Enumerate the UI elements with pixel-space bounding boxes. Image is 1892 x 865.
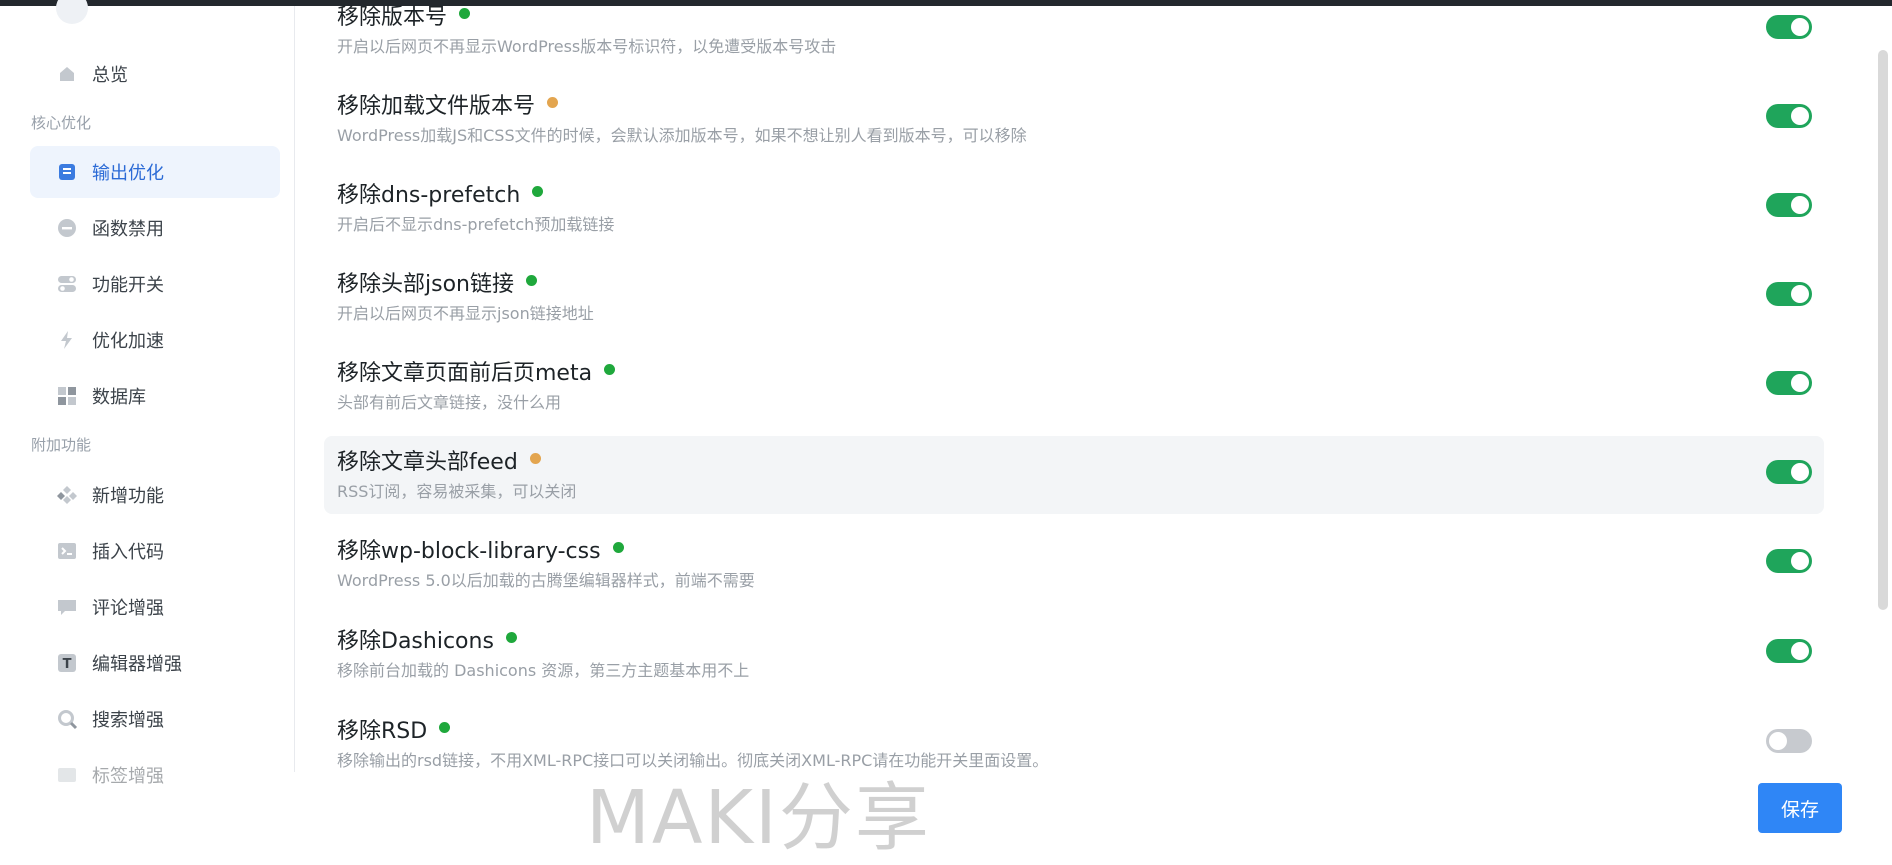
sidebar-item-label: 输出优化 <box>92 163 164 184</box>
sidebar-item-label: 函数禁用 <box>92 219 164 240</box>
sidebar-item-disable-functions[interactable]: 函数禁用 <box>30 202 280 254</box>
setting-toggle[interactable] <box>1766 460 1812 484</box>
document-list-icon <box>56 161 78 183</box>
avatar <box>56 0 88 24</box>
toggle-knob <box>1791 285 1809 303</box>
setting-description: 开启以后网页不再显示WordPress版本号标识符，以免遭受版本号攻击 <box>337 37 837 56</box>
setting-title: 移除加载文件版本号 <box>337 88 559 120</box>
setting-toggle[interactable] <box>1766 549 1812 573</box>
sidebar-item-comments[interactable]: 评论增强 <box>30 581 280 633</box>
setting-row: 移除版本号 开启以后网页不再显示WordPress版本号标识符，以免遭受版本号攻… <box>324 0 1824 69</box>
toggle-knob <box>1791 463 1809 481</box>
setting-toggle[interactable] <box>1766 729 1812 753</box>
toggle-knob <box>1791 196 1809 214</box>
toggle-knob <box>1791 642 1809 660</box>
status-dot-icon <box>459 8 471 19</box>
setting-toggle[interactable] <box>1766 104 1812 128</box>
sidebar: 总览 核心优化 输出优化 函数禁用 功能开关 优化加速 数据库 附加功能 新增功… <box>0 0 295 831</box>
sidebar-item-more[interactable]: 标签增强 <box>30 749 280 801</box>
svg-text:T: T <box>63 657 72 672</box>
setting-toggle[interactable] <box>1766 15 1812 39</box>
sidebar-item-output[interactable]: 输出优化 <box>30 146 280 198</box>
sidebar-item-label: 插入代码 <box>92 542 164 563</box>
status-dot-icon <box>529 453 541 464</box>
minus-circle-icon <box>56 217 78 239</box>
sidebar-item-new-features[interactable]: 新增功能 <box>30 469 280 521</box>
tag-icon <box>56 764 78 786</box>
setting-title: 移除RSD <box>337 713 451 745</box>
sidebar-item-label: 评论增强 <box>92 598 164 619</box>
status-dot-icon <box>439 722 451 733</box>
status-dot-icon <box>612 542 624 553</box>
setting-row: 移除dns-prefetch 开启后不显示dns-prefetch预加载链接 <box>324 169 1824 247</box>
scrollbar[interactable] <box>1878 50 1888 610</box>
setting-description: 开启后不显示dns-prefetch预加载链接 <box>337 215 615 234</box>
toggle-icon <box>56 273 78 295</box>
diamond-cluster-icon <box>56 484 78 506</box>
setting-row: 移除wp-block-library-css WordPress 5.0以后加载… <box>324 525 1824 603</box>
save-button[interactable]: 保存 <box>1758 783 1842 833</box>
setting-description: 移除前台加载的 Dashicons 资源，第三方主题基本用不上 <box>337 661 750 680</box>
sidebar-item-label: 优化加速 <box>92 331 164 352</box>
sidebar-item-label: 总览 <box>92 65 128 86</box>
status-dot-icon <box>505 632 517 643</box>
setting-title: 移除版本号 <box>337 0 471 31</box>
setting-title: 移除dns-prefetch <box>337 177 544 209</box>
grid-icon <box>56 385 78 407</box>
lightning-icon <box>56 329 78 351</box>
watermark: MAKI分享 <box>586 775 931 861</box>
sidebar-group-extra: 附加功能 <box>31 436 92 454</box>
sidebar-item-overview[interactable]: 总览 <box>30 48 280 100</box>
setting-row: 移除加载文件版本号 WordPress加载JS和CSS文件的时候，会默认添加版本… <box>324 80 1824 158</box>
home-icon <box>56 63 78 85</box>
setting-title: 移除文章页面前后页meta <box>337 355 616 387</box>
sidebar-item-insert-code[interactable]: 插入代码 <box>30 525 280 577</box>
setting-title: 移除头部json链接 <box>337 266 537 298</box>
footer-bar <box>294 772 1892 831</box>
setting-title: 移除Dashicons <box>337 623 517 655</box>
sidebar-item-label: 编辑器增强 <box>92 654 182 675</box>
sidebar-item-speedup[interactable]: 优化加速 <box>30 314 280 366</box>
setting-description: RSS订阅，容易被采集，可以关闭 <box>337 482 577 501</box>
sidebar-item-editor[interactable]: T 编辑器增强 <box>30 637 280 689</box>
setting-title: 移除wp-block-library-css <box>337 533 624 565</box>
setting-toggle[interactable] <box>1766 639 1812 663</box>
toggle-knob <box>1791 18 1809 36</box>
sidebar-item-label: 搜索增强 <box>92 710 164 731</box>
toggle-knob <box>1791 552 1809 570</box>
toggle-knob <box>1769 732 1787 750</box>
toggle-knob <box>1791 374 1809 392</box>
sidebar-item-feature-switch[interactable]: 功能开关 <box>30 258 280 310</box>
setting-description: WordPress 5.0以后加载的古腾堡编辑器样式，前端不需要 <box>337 571 755 590</box>
setting-toggle[interactable] <box>1766 371 1812 395</box>
status-dot-icon <box>525 275 537 286</box>
setting-title: 移除文章头部feed <box>337 444 541 476</box>
status-dot-icon <box>532 186 544 197</box>
setting-description: 头部有前后文章链接，没什么用 <box>337 393 562 412</box>
status-dot-icon <box>604 364 616 375</box>
sidebar-item-label: 标签增强 <box>92 766 164 787</box>
setting-row: 移除文章页面前后页meta 头部有前后文章链接，没什么用 <box>324 347 1824 425</box>
setting-toggle[interactable] <box>1766 193 1812 217</box>
sidebar-item-label: 数据库 <box>92 387 146 408</box>
sidebar-item-search[interactable]: 搜索增强 <box>30 693 280 745</box>
comment-icon <box>56 596 78 618</box>
setting-row: 移除头部json链接 开启以后网页不再显示json链接地址 <box>324 258 1824 336</box>
toggle-knob <box>1791 107 1809 125</box>
sidebar-item-database[interactable]: 数据库 <box>30 370 280 422</box>
setting-row: 移除Dashicons 移除前台加载的 Dashicons 资源，第三方主题基本… <box>324 615 1824 693</box>
terminal-icon <box>56 540 78 562</box>
status-dot-icon <box>547 97 559 108</box>
setting-description: 开启以后网页不再显示json链接地址 <box>337 304 594 323</box>
search-icon <box>56 708 78 730</box>
sidebar-item-label: 功能开关 <box>92 275 164 296</box>
text-format-icon: T <box>56 652 78 674</box>
setting-description: WordPress加载JS和CSS文件的时候，会默认添加版本号，如果不想让别人看… <box>337 126 1027 145</box>
sidebar-item-label: 新增功能 <box>92 486 164 507</box>
sidebar-group-core: 核心优化 <box>31 114 92 132</box>
setting-row-hovered: 移除文章头部feed RSS订阅，容易被采集，可以关闭 <box>324 436 1824 514</box>
setting-toggle[interactable] <box>1766 282 1812 306</box>
